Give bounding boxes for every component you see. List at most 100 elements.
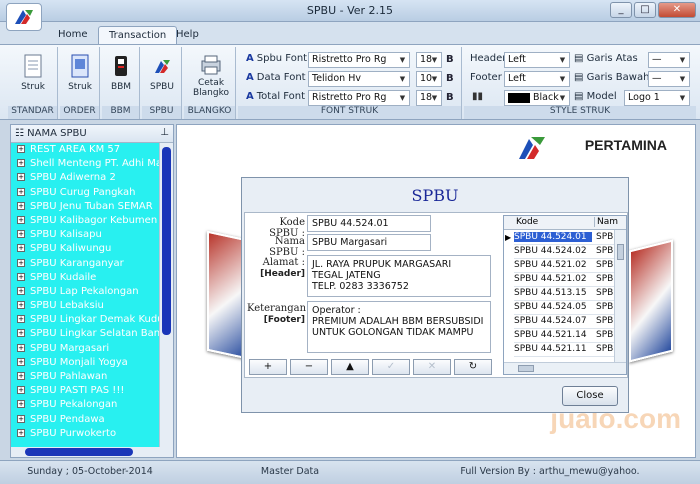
expand-icon[interactable]: + [17,230,25,239]
spbu-font-select[interactable]: Ristretto Pro Rg ▼ [308,52,410,68]
color-select[interactable]: Black ▼ [504,90,570,106]
close-window-button[interactable]: ✕ [658,2,696,18]
app-logo[interactable] [6,3,42,31]
bbm-button[interactable]: BBM [104,51,138,103]
data-font-select[interactable]: Telidon Hv ▼ [308,71,410,87]
expand-icon[interactable]: + [17,414,25,423]
table-row[interactable]: SPBU 44.521.11 SPB [514,343,614,357]
header-align-select[interactable]: Left ▼ [504,52,570,68]
expand-icon[interactable]: + [17,159,25,168]
tree-horizontal-scrollbar[interactable] [11,447,173,457]
minimize-button[interactable]: _ [610,2,632,18]
table-row[interactable]: SPBU 44.521.02 SPB [514,273,614,287]
table-row[interactable]: SPBU 44.513.15 SPB [514,287,614,301]
add-record-button[interactable]: + [249,359,287,375]
tree-item[interactable]: + SPBU Purwokerto [11,427,159,441]
expand-icon[interactable]: + [17,215,25,224]
expand-icon[interactable]: + [17,145,25,153]
tree-item[interactable]: + SPBU Curug Pangkah [11,186,159,200]
cetak-blangko-button[interactable]: Cetak Blangko [192,51,230,103]
expand-icon[interactable]: + [17,329,25,338]
tree-item[interactable]: + SPBU Adiwerna 2 [11,171,159,185]
tree-item[interactable]: + SPBU Margasari [11,342,159,356]
grid-horizontal-scrollbar[interactable] [504,362,626,374]
tree-item[interactable]: + SPBU PASTI PAS !!! [11,384,159,398]
footer-align-select[interactable]: Left ▼ [504,71,570,87]
tree-item[interactable]: + SPBU Monjali Yogya [11,356,159,370]
expand-icon[interactable]: + [17,173,25,182]
tree-item[interactable]: + SPBU Kaliwungu [11,242,159,256]
group-order: Struk ORDER [60,47,100,119]
tree-item[interactable]: + SPBU Pekalongan [11,398,159,412]
expand-icon[interactable]: + [17,372,25,380]
struk-order-button[interactable]: Struk [63,51,97,103]
kode-field[interactable]: SPBU 44.524.01 [307,215,431,232]
expand-icon[interactable]: + [17,343,25,352]
grid-vertical-scrollbar[interactable] [614,230,626,362]
tree-item[interactable]: + SPBU Pendawa [11,413,159,427]
tree-item[interactable]: + SPBU Kudaile [11,271,159,285]
model-select[interactable]: Logo 1 ▼ [624,90,690,106]
garis-atas-select[interactable]: — ▼ [648,52,690,68]
total-font-size-select[interactable]: 18 ▼ [416,90,442,106]
close-button[interactable]: Close [562,386,618,406]
total-font-bold-toggle[interactable]: B [446,92,454,103]
table-row[interactable]: SPBU 44.524.05 SPB [514,301,614,315]
pin-icon[interactable]: ⊥ [160,127,169,138]
total-font-label: A Total Font [246,91,306,102]
expand-icon[interactable]: + [17,428,25,437]
table-row[interactable]: SPBU 44.524.01 SPB [514,231,614,245]
expand-icon[interactable]: + [17,201,25,210]
tab-help[interactable]: Help [166,26,209,44]
spbu-button[interactable]: SPBU [145,51,179,103]
refresh-button[interactable]: ↻ [454,359,492,375]
cancel-record-button[interactable]: ✕ [413,359,451,375]
tree-item[interactable]: + SPBU Kalibagor Kebumen [11,214,159,228]
expand-icon[interactable]: + [17,315,25,324]
expand-icon[interactable]: + [17,400,25,409]
total-font-select[interactable]: Ristretto Pro Rg ▼ [308,90,410,106]
grid-col-nama[interactable]: Nam [594,217,618,227]
data-font-size-select[interactable]: 10 ▼ [416,71,442,87]
expand-icon[interactable]: + [17,244,25,253]
spbu-font-size-select[interactable]: 18 ▼ [416,52,442,68]
struk-standar-button[interactable]: Struk [16,51,50,103]
table-row[interactable]: SPBU 44.524.07 SPB [514,315,614,329]
table-row[interactable]: SPBU 44.521.14 SPB [514,329,614,343]
tree-item[interactable]: + SPBU Kalisapu [11,228,159,242]
tree-item[interactable]: + REST AREA KM 57 [11,143,159,157]
garis-bawah-select[interactable]: — ▼ [648,71,690,87]
tree-item[interactable]: + SPBU Lap Pekalongan [11,285,159,299]
expand-icon[interactable]: + [17,357,25,366]
maximize-button[interactable]: □ [634,2,656,18]
table-row[interactable]: SPBU 44.524.02 SPB [514,245,614,259]
tree-item[interactable]: + SPBU Lebaksiu [11,299,159,313]
tree-item[interactable]: + SPBU Jenu Tuban SEMAR [11,200,159,214]
alamat-field[interactable]: JL. RAYA PRUPUK MARGASARI TEGAL JATENG T… [307,255,491,297]
expand-icon[interactable]: + [17,258,25,267]
grid-col-kode[interactable]: Kode [516,217,538,227]
data-font-bold-toggle[interactable]: B [446,73,454,84]
nama-field[interactable]: SPBU Margasari [307,234,431,251]
expand-icon[interactable]: + [17,187,25,196]
table-row[interactable]: SPBU 44.521.02 SPB [514,259,614,273]
tree-item[interactable]: + SPBU Lingkar Demak Kudu [11,313,159,327]
tab-home[interactable]: Home [48,26,98,44]
tree-item[interactable]: + SPBU Karanganyar [11,257,159,271]
expand-icon[interactable]: + [17,272,25,281]
keterangan-field[interactable]: Operator : PREMIUM ADALAH BBM BERSUBSIDI… [307,301,491,353]
delete-record-button[interactable]: − [290,359,328,375]
tree-scroll-thumb[interactable] [162,147,171,335]
spbu-font-bold-toggle[interactable]: B [446,54,454,65]
garis-bawah-label: ▤ Garis Bawah [574,72,650,83]
tree-item[interactable]: + Shell Menteng PT. Adhi Ma [11,157,159,171]
tree-hscroll-thumb[interactable] [25,448,133,456]
tree-vertical-scrollbar[interactable] [159,143,173,447]
tree-item[interactable]: + SPBU Pahlawan [11,370,159,384]
edit-record-button[interactable]: ▲ [331,359,369,375]
tree-item[interactable]: + SPBU Lingkar Selatan Bant [11,327,159,341]
expand-icon[interactable]: + [17,386,25,395]
expand-icon[interactable]: + [17,301,25,310]
save-record-button[interactable]: ✓ [372,359,410,375]
expand-icon[interactable]: + [17,286,25,295]
